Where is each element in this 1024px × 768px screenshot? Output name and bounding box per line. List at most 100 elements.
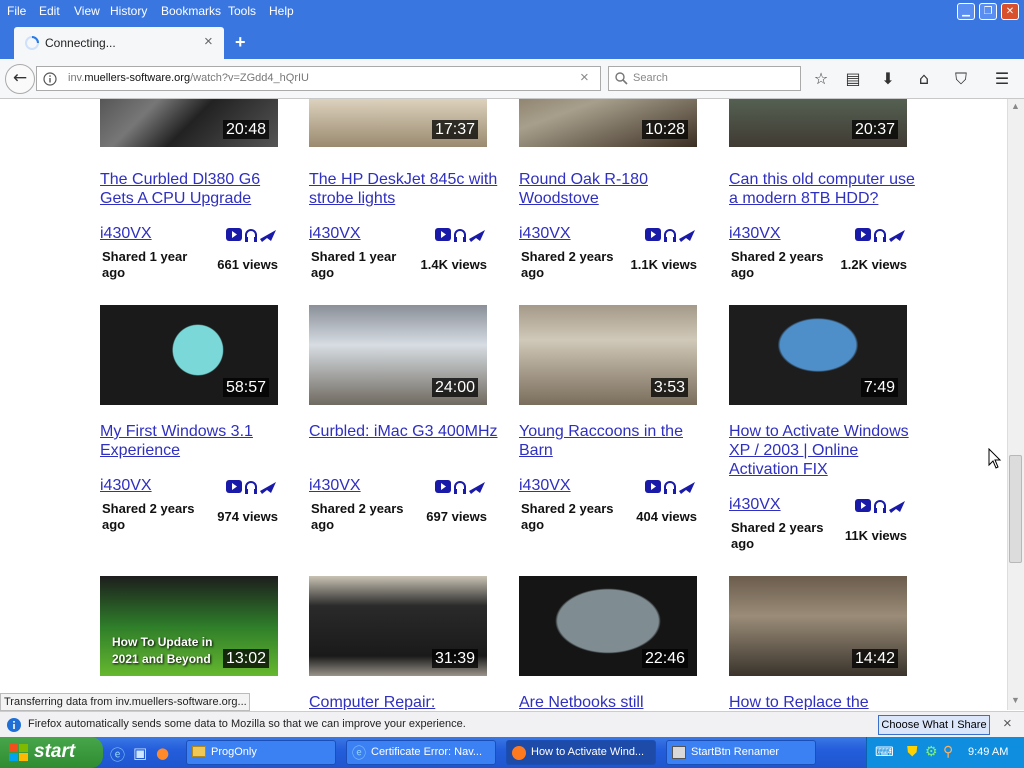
plane-icon <box>889 230 905 242</box>
headphones-icon <box>454 229 466 242</box>
url-bar[interactable]: inv.muellers-software.org/watch?v=ZGdd4_… <box>36 66 601 91</box>
video-title-link[interactable]: Round Oak R-180 Woodstove <box>519 170 709 208</box>
video-thumbnail[interactable]: 10:28 <box>519 99 697 147</box>
video-thumbnail[interactable]: 22:46 <box>519 576 697 676</box>
menu-view[interactable]: View <box>74 4 100 18</box>
view-count: 697 views <box>426 509 487 524</box>
video-action-icons <box>435 227 487 243</box>
taskbar-item-firefox[interactable]: How to Activate Wind... <box>506 740 656 765</box>
menu-help[interactable]: Help <box>269 4 294 18</box>
ie-quicklaunch-icon[interactable]: ⓔ <box>110 744 125 765</box>
download-icon[interactable]: ⬇ <box>877 69 899 89</box>
shared-date: Shared 2 years ago <box>521 501 614 532</box>
headphones-icon <box>245 229 257 242</box>
menu-edit[interactable]: Edit <box>39 4 60 18</box>
scrollbar[interactable]: ▲ ▼ <box>1007 99 1024 710</box>
search-tray-icon[interactable]: ⚲ <box>943 743 953 760</box>
video-title-link[interactable]: My First Windows 3.1 Experience <box>100 422 290 460</box>
shared-date: Shared 2 years ago <box>102 501 195 532</box>
video-thumbnail[interactable]: 7:49 <box>729 305 907 405</box>
taskbar-item-certificate-error[interactable]: ⓔ Certificate Error: Nav... <box>346 740 496 765</box>
thumbnail-overlay-text: How To Update in 2021 and Beyond <box>112 635 213 666</box>
channel-link[interactable]: i430VX <box>309 225 361 243</box>
video-title-link[interactable]: Computer Repair: <box>309 693 499 710</box>
menu-file[interactable]: File <box>7 4 26 18</box>
video-duration: 3:53 <box>650 378 688 397</box>
video-title-link[interactable]: How to Activate Windows XP / 2003 | Onli… <box>729 422 919 479</box>
video-action-icons <box>226 479 278 495</box>
star-icon[interactable]: ☆ <box>810 69 832 89</box>
firefox-icon <box>512 746 526 760</box>
menu-tools[interactable]: Tools <box>228 4 256 18</box>
channel-link[interactable]: i430VX <box>100 225 152 243</box>
video-thumbnail[interactable]: 31:39 <box>309 576 487 676</box>
video-title-link[interactable]: The HP DeskJet 845c with strobe lights <box>309 170 499 208</box>
video-thumbnail[interactable]: How To Update in 2021 and Beyond 13:02 <box>100 576 278 676</box>
video-action-icons <box>435 479 487 495</box>
video-thumbnail[interactable]: 20:37 <box>729 99 907 147</box>
youtube-icon <box>226 480 242 493</box>
shield-icon[interactable]: ⛊ <box>907 743 918 760</box>
show-desktop-icon[interactable]: ▣ <box>133 744 147 762</box>
info-icon[interactable] <box>43 72 57 86</box>
start-button[interactable]: start <box>0 737 103 768</box>
video-thumbnail[interactable]: 17:37 <box>309 99 487 147</box>
firefox-quicklaunch-icon[interactable]: ● <box>156 744 169 762</box>
network-icon[interactable]: ⚙ <box>925 743 938 760</box>
video-thumbnail[interactable]: 58:57 <box>100 305 278 405</box>
notification-close-button[interactable]: × <box>1003 715 1012 732</box>
keyboard-icon[interactable]: ⌨ <box>875 744 894 760</box>
scroll-up-arrow[interactable]: ▲ <box>1011 101 1020 111</box>
clear-url-button[interactable]: × <box>580 69 589 86</box>
channel-link[interactable]: i430VX <box>100 477 152 495</box>
home-icon[interactable]: ⌂ <box>913 69 935 89</box>
windows-logo-icon <box>9 744 28 761</box>
channel-link[interactable]: i430VX <box>309 477 361 495</box>
pocket-icon[interactable]: ⛉ <box>950 69 972 89</box>
scroll-down-arrow[interactable]: ▼ <box>1011 695 1020 705</box>
tab-active[interactable]: Connecting... × <box>14 27 224 59</box>
tab-close-button[interactable]: × <box>204 33 213 50</box>
view-count: 1.1K views <box>630 257 698 272</box>
channel-link[interactable]: i430VX <box>519 477 571 495</box>
channel-link[interactable]: i430VX <box>729 225 781 243</box>
channel-link[interactable]: i430VX <box>519 225 571 243</box>
youtube-icon <box>645 228 661 241</box>
loading-spinner-icon <box>25 36 39 50</box>
headphones-icon <box>874 229 886 242</box>
video-title-link[interactable]: Are Netbooks still <box>519 693 709 710</box>
youtube-icon <box>435 228 451 241</box>
channel-link[interactable]: i430VX <box>729 496 781 514</box>
youtube-icon <box>226 228 242 241</box>
close-window-button[interactable]: ✕ <box>1001 3 1019 20</box>
menu-bookmarks[interactable]: Bookmarks <box>161 4 221 18</box>
headphones-icon <box>874 500 886 513</box>
video-title-link[interactable]: Young Raccoons in the Barn <box>519 422 709 460</box>
hamburger-menu-icon[interactable]: ☰ <box>991 69 1013 89</box>
scrollbar-thumb[interactable] <box>1009 455 1022 563</box>
video-title-link[interactable]: How to Replace the <box>729 693 919 710</box>
video-action-icons <box>645 227 697 243</box>
new-tab-button[interactable]: + <box>235 32 246 53</box>
back-button[interactable]: ← <box>5 64 35 94</box>
page-content: 20:48 The Curbled Dl380 G6 Gets A CPU Upg… <box>0 99 1007 710</box>
menu-history[interactable]: History <box>110 4 147 18</box>
reader-icon[interactable]: ▤ <box>842 69 864 89</box>
shared-date: Shared 2 years ago <box>311 501 404 532</box>
taskbar-item-label: ProgOnly <box>211 746 257 758</box>
video-thumbnail[interactable]: 20:48 <box>100 99 278 147</box>
maximize-button[interactable]: ❐ <box>979 3 997 20</box>
choose-what-i-share-button[interactable]: Choose What I Share <box>878 715 990 735</box>
video-thumbnail[interactable]: 24:00 <box>309 305 487 405</box>
video-thumbnail[interactable]: 14:42 <box>729 576 907 676</box>
taskbar-item-startbtn-renamer[interactable]: StartBtn Renamer <box>666 740 816 765</box>
video-title-link[interactable]: Curbled: iMac G3 400MHz <box>309 422 499 441</box>
video-thumbnail[interactable]: 3:53 <box>519 305 697 405</box>
video-action-icons <box>855 227 907 243</box>
search-bar[interactable]: Search <box>608 66 801 91</box>
video-title-link[interactable]: The Curbled Dl380 G6 Gets A CPU Upgrade <box>100 170 290 208</box>
taskbar-item-progonly[interactable]: ProgOnly <box>186 740 336 765</box>
video-title-link[interactable]: Can this old computer use a modern 8TB H… <box>729 170 919 208</box>
view-count: 661 views <box>217 257 278 272</box>
minimize-button[interactable]: ▁ <box>957 3 975 20</box>
